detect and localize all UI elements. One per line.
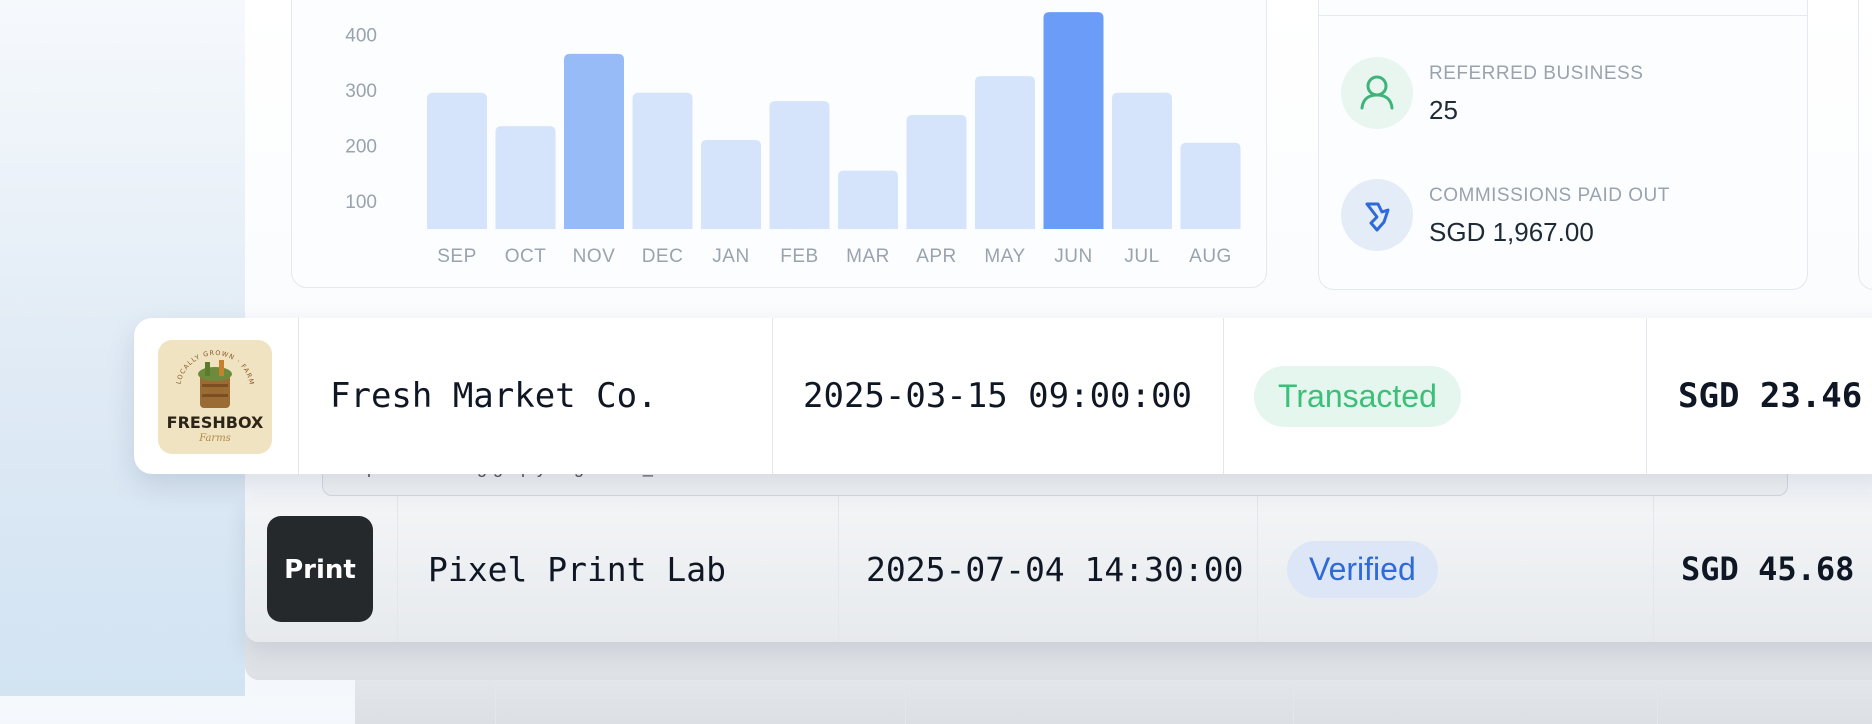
x-tick-label: JUN [1054, 246, 1092, 267]
x-tick-label: JUL [1124, 246, 1159, 267]
amount: SGD 23.46 [1678, 376, 1863, 416]
column-separator [397, 496, 398, 642]
column-separator [1653, 496, 1654, 642]
x-tick-label: OCT [505, 246, 547, 267]
amount: SGD 45.68 [1681, 550, 1855, 588]
status-cell: Transacted [1254, 318, 1461, 474]
commissions-chart-card: 100 200 300 400 SEP OCT NOV DEC JAN FEB MAR APR MAY J… [291, 0, 1267, 288]
x-tick-label: MAY [984, 246, 1025, 267]
x-tick-label: JAN [712, 246, 749, 267]
x-tick-label: APR [916, 246, 957, 267]
status-cell: Verified [1287, 496, 1438, 642]
freshbox-logo: LOCALLY GROWN · FARM FRESH FRESHBOX Farm… [158, 340, 272, 454]
user-icon [1341, 57, 1413, 129]
logo-text: FRESHBOX [167, 413, 264, 432]
y-tick-label: 300 [345, 81, 377, 102]
status-badge: Verified [1287, 540, 1438, 598]
bar-nov[interactable] [564, 53, 624, 229]
x-tick-label: FEB [780, 246, 818, 267]
bar-jun[interactable] [1043, 12, 1104, 230]
column-separator [1223, 318, 1224, 474]
referral-stats-card: REFERRED BUSINESS 25 COMMISSIONS PAID OU… [1318, 0, 1808, 290]
bar-apr[interactable] [906, 115, 967, 229]
stat-label: COMMISSIONS PAID OUT [1429, 185, 1670, 206]
bar-jul[interactable] [1112, 92, 1172, 229]
pixel-print-logo: Print [267, 516, 373, 622]
bar-oct[interactable] [495, 126, 556, 229]
hand-payout-icon [1341, 179, 1413, 251]
bar-chart: 100 200 300 400 SEP OCT NOV DEC JAN FEB MAR APR MAY J… [345, 12, 1241, 267]
y-tick-label: 400 [345, 25, 377, 46]
bar-dec[interactable] [632, 92, 693, 229]
bar-jan[interactable] [701, 140, 761, 229]
y-tick-label: 100 [345, 192, 377, 213]
x-tick-label: SEP [437, 246, 477, 267]
x-tick-label: MAR [846, 246, 890, 267]
x-tick-label: NOV [573, 246, 616, 267]
logo-subtext: Farms [198, 433, 231, 444]
x-tick-label: DEC [642, 246, 684, 267]
status-badge: Transacted [1254, 365, 1461, 427]
stat-label: REFERRED BUSINESS [1429, 63, 1644, 84]
y-tick-label: 200 [345, 137, 377, 158]
column-separator [838, 496, 839, 642]
transaction-datetime: 2025-07-04 14:30:00 [866, 549, 1244, 589]
table-row[interactable]: LOCALLY GROWN · FARM FRESH FRESHBOX Farm… [134, 318, 1872, 474]
bar-sep[interactable] [427, 92, 487, 229]
bar-aug[interactable] [1180, 142, 1241, 229]
column-separator [1646, 318, 1647, 474]
stat-value: 25 [1429, 95, 1458, 125]
column-separator [772, 318, 773, 474]
bar-may[interactable] [975, 76, 1035, 229]
x-tick-label: AUG [1189, 246, 1232, 267]
bar-mar[interactable] [838, 170, 898, 229]
table-row[interactable]: Print Pixel Print Lab 2025-07-04 14:30:0… [245, 496, 1872, 642]
partial-card [1858, 0, 1872, 290]
logo-text: Print [284, 555, 356, 585]
bar-feb[interactable] [769, 101, 830, 229]
stats-divider [1319, 15, 1807, 16]
stat-value: SGD 1,967.00 [1429, 217, 1594, 247]
column-separator [298, 318, 299, 474]
merchant-name: Fresh Market Co. [330, 376, 658, 416]
transaction-datetime: 2025-03-15 09:00:00 [803, 376, 1192, 416]
column-separator [1257, 496, 1258, 642]
merchant-name: Pixel Print Lab [428, 549, 727, 589]
